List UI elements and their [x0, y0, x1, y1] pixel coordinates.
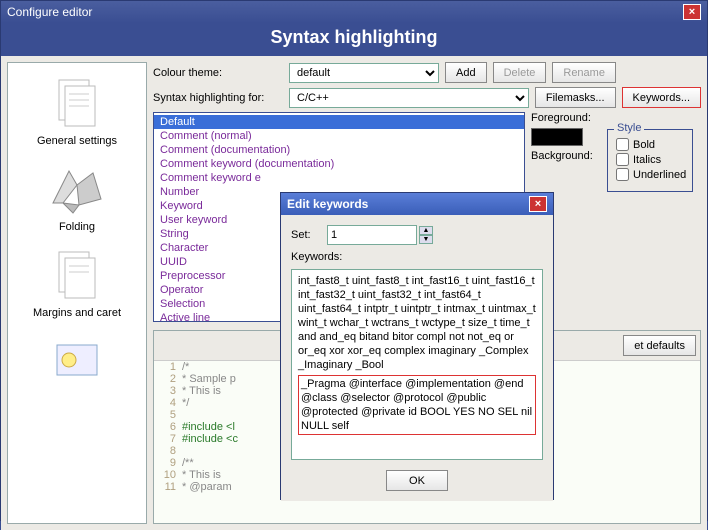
lightbulb-icon	[47, 331, 107, 391]
set-input[interactable]	[327, 225, 417, 245]
style-legend: Style	[614, 122, 644, 134]
code-text: */	[182, 397, 189, 409]
italics-row[interactable]: Italics	[616, 153, 684, 166]
sidebar-item-extra[interactable]	[43, 327, 111, 395]
ok-button[interactable]: OK	[386, 470, 448, 491]
code-text: #include <c	[182, 433, 238, 445]
document-icon	[47, 73, 107, 133]
sidebar-item-general[interactable]: General settings	[33, 69, 121, 151]
sidebar-item-margins[interactable]: Margins and caret	[29, 241, 125, 323]
syntax-select[interactable]: C/C++	[289, 88, 529, 108]
keywords-text: int_fast8_t uint_fast8_t int_fast16_t ui…	[298, 275, 536, 371]
spinner-up-icon[interactable]: ▲	[419, 226, 433, 235]
list-item[interactable]: Comment (normal)	[154, 129, 524, 143]
sidebar-item-label: Margins and caret	[33, 307, 121, 319]
line-number: 10	[154, 469, 182, 481]
code-text: #include <l	[182, 421, 235, 433]
italics-label: Italics	[633, 154, 661, 166]
underlined-checkbox[interactable]	[616, 168, 629, 181]
spinner-buttons: ▲ ▼	[419, 226, 433, 244]
dialog-titlebar: Edit keywords ×	[281, 193, 553, 215]
line-number: 5	[154, 409, 182, 421]
sidebar-item-folding[interactable]: Folding	[43, 155, 111, 237]
dialog-close-icon[interactable]: ×	[529, 196, 547, 212]
pages-icon	[47, 245, 107, 305]
code-text: /**	[182, 457, 194, 469]
keywords-label: Keywords:	[291, 251, 543, 263]
page-title: Syntax highlighting	[1, 23, 707, 56]
main-titlebar: Configure editor ×	[1, 1, 707, 23]
line-number: 3	[154, 385, 182, 397]
keywords-textarea[interactable]: int_fast8_t uint_fast8_t int_fast16_t ui…	[291, 269, 543, 460]
filemasks-button[interactable]: Filemasks...	[535, 87, 616, 108]
line-number: 2	[154, 373, 182, 385]
list-item[interactable]: Comment (documentation)	[154, 143, 524, 157]
list-item[interactable]: Default	[154, 115, 524, 129]
theme-row: Colour theme: default Add Delete Rename	[153, 62, 701, 83]
set-row: Set: ▲ ▼	[291, 225, 543, 245]
sidebar: General settings Folding Margins and car…	[7, 62, 147, 524]
sidebar-item-label: Folding	[59, 221, 95, 233]
edit-keywords-dialog: Edit keywords × Set: ▲ ▼ Keywords: int_f…	[280, 192, 554, 500]
reset-defaults-button[interactable]: et defaults	[623, 335, 696, 356]
line-number: 4	[154, 397, 182, 409]
window-title: Configure editor	[7, 5, 92, 19]
code-text: * @param	[182, 481, 232, 493]
underlined-label: Underlined	[633, 169, 686, 181]
ok-row: OK	[291, 466, 543, 491]
line-number: 8	[154, 445, 182, 457]
theme-select[interactable]: default	[289, 63, 439, 83]
underlined-row[interactable]: Underlined	[616, 168, 684, 181]
line-number: 9	[154, 457, 182, 469]
line-number: 7	[154, 433, 182, 445]
dialog-body: Set: ▲ ▼ Keywords: int_fast8_t uint_fast…	[281, 215, 553, 501]
code-text: * This is	[182, 385, 221, 397]
dialog-title: Edit keywords	[287, 197, 368, 211]
italics-checkbox[interactable]	[616, 153, 629, 166]
keywords-highlighted: _Pragma @interface @implementation @end …	[298, 375, 536, 435]
keywords-button[interactable]: Keywords...	[622, 87, 701, 108]
set-label: Set:	[291, 229, 321, 241]
list-item[interactable]: Comment keyword e	[154, 171, 524, 185]
code-text: * This is	[182, 469, 221, 481]
delete-button: Delete	[493, 62, 547, 83]
add-button[interactable]: Add	[445, 62, 487, 83]
code-text: /*	[182, 361, 189, 373]
spinner-down-icon[interactable]: ▼	[419, 235, 433, 244]
code-text: * Sample p	[182, 373, 236, 385]
bold-label: Bold	[633, 139, 655, 151]
syntax-label: Syntax highlighting for:	[153, 92, 283, 104]
set-spinner[interactable]: ▲ ▼	[327, 225, 433, 245]
style-fieldset: Style Bold Italics Underlined	[607, 129, 693, 192]
line-number: 6	[154, 421, 182, 433]
foreground-swatch[interactable]	[531, 128, 583, 146]
line-number: 11	[154, 481, 182, 493]
line-number: 1	[154, 361, 182, 373]
rename-button: Rename	[552, 62, 616, 83]
right-column: Foreground: Background: Style Bold Itali…	[531, 112, 701, 322]
sidebar-item-label: General settings	[37, 135, 117, 147]
theme-label: Colour theme:	[153, 67, 283, 79]
close-icon[interactable]: ×	[683, 4, 701, 20]
bold-row[interactable]: Bold	[616, 138, 684, 151]
syntax-row: Syntax highlighting for: C/C++ Filemasks…	[153, 87, 701, 108]
bold-checkbox[interactable]	[616, 138, 629, 151]
origami-icon	[47, 159, 107, 219]
list-item[interactable]: Comment keyword (documentation)	[154, 157, 524, 171]
